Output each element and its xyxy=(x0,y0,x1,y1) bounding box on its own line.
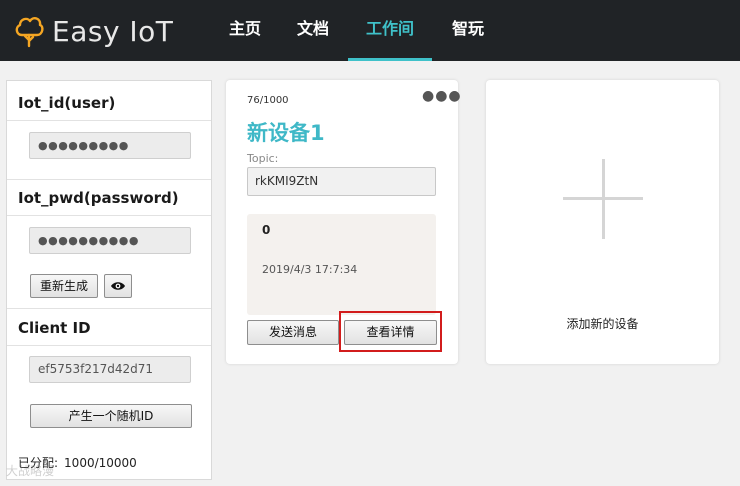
nav-home[interactable]: 主页 xyxy=(219,0,271,61)
iot-pwd-label: Iot_pwd(password) xyxy=(18,189,179,207)
last-message-box: 0 2019/4/3 17:7:34 xyxy=(247,214,436,315)
iot-pwd-field[interactable]: ●●●●●●●●●● xyxy=(29,227,191,254)
divider xyxy=(7,215,211,216)
device-name: 新设备1 xyxy=(247,121,325,145)
last-message-value: 0 xyxy=(262,223,271,237)
eye-icon xyxy=(111,282,125,290)
divider xyxy=(7,179,211,180)
send-message-button[interactable]: 发送消息 xyxy=(247,320,339,345)
generate-random-id-button[interactable]: 产生一个随机ID xyxy=(30,404,192,428)
regenerate-button[interactable]: 重新生成 xyxy=(30,274,98,298)
cloud-tree-icon xyxy=(15,17,44,48)
client-id-label: Client ID xyxy=(18,319,91,337)
divider xyxy=(7,120,211,121)
brand-name: Easy IoT xyxy=(52,14,174,48)
credentials-panel: Iot_id(user) ●●●●●●●●● Iot_pwd(password)… xyxy=(6,80,212,480)
more-dots-icon[interactable]: ●●● xyxy=(422,88,462,104)
iot-id-field[interactable]: ●●●●●●●●● xyxy=(29,132,191,159)
nav-workspace[interactable]: 工作间 xyxy=(348,0,432,61)
divider xyxy=(7,345,211,346)
nav-docs[interactable]: 文档 xyxy=(287,0,339,61)
iot-id-label: Iot_id(user) xyxy=(18,94,116,112)
nav-play[interactable]: 智玩 xyxy=(442,0,494,61)
highlight-box xyxy=(339,311,442,352)
device-count: 76/1000 xyxy=(247,95,289,106)
topic-field[interactable]: rkKMI9ZtN xyxy=(247,167,436,196)
divider xyxy=(7,308,211,309)
top-navbar: Easy IoT 主页 文档 工作间 智玩 xyxy=(0,0,740,61)
assigned-value: 1000/10000 xyxy=(64,456,137,470)
active-tab-underline xyxy=(348,58,432,61)
client-id-field[interactable]: ef5753f217d42d71 xyxy=(29,356,191,383)
last-message-time: 2019/4/3 17:7:34 xyxy=(262,263,358,276)
topic-label: Topic: xyxy=(247,152,279,165)
plus-icon xyxy=(602,159,605,239)
logo[interactable]: Easy IoT xyxy=(14,11,173,51)
show-password-button[interactable] xyxy=(104,274,132,298)
add-device-label: 添加新的设备 xyxy=(566,317,639,331)
add-device-card[interactable]: 添加新的设备 xyxy=(486,80,719,364)
nav-workspace-label: 工作间 xyxy=(365,19,414,38)
watermark: 大战略漫 xyxy=(6,464,55,478)
